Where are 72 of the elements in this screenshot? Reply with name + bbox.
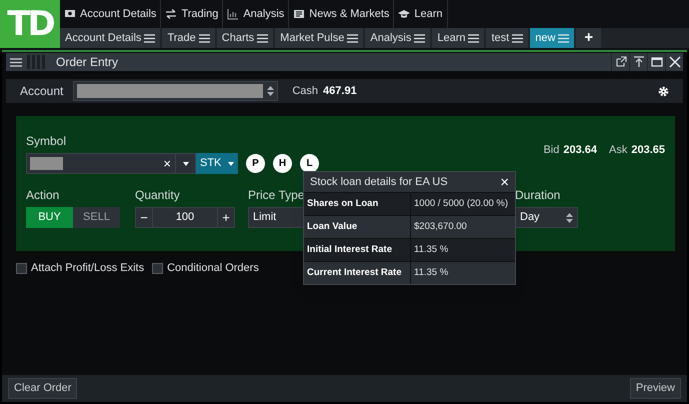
sort-arrows-icon bbox=[267, 86, 274, 96]
cash-value: 467.91 bbox=[323, 84, 358, 99]
footer-button[interactable]: Preview bbox=[630, 378, 681, 399]
table-cell-text: 11.35 % bbox=[413, 242, 450, 257]
popup-title: Stock loan details for EA US bbox=[310, 174, 448, 190]
settings-icon bbox=[658, 86, 669, 96]
external-link-icon bbox=[614, 56, 626, 68]
sort-arrows-icon bbox=[566, 212, 573, 222]
logo: TD bbox=[0, 0, 60, 48]
close-icon bbox=[668, 56, 680, 68]
card-icon bbox=[64, 8, 76, 20]
caret-icon bbox=[182, 162, 188, 166]
tab[interactable]: Market Pulse bbox=[275, 28, 364, 48]
symbol-field[interactable]: × bbox=[26, 153, 176, 174]
caret-icon bbox=[228, 162, 234, 166]
bid-value: 203.64 bbox=[563, 143, 597, 158]
checkbox[interactable] bbox=[16, 262, 27, 274]
field-label: Duration bbox=[515, 187, 560, 204]
field-label: Price Type bbox=[248, 187, 304, 204]
checkbox[interactable] bbox=[152, 262, 164, 274]
security-type-dropdown[interactable]: STK bbox=[196, 153, 238, 174]
tab[interactable]: Account Details bbox=[60, 28, 160, 48]
grip-icon bbox=[26, 55, 48, 69]
menu-icon bbox=[198, 34, 210, 42]
checkbox-label: Attach Profit/Loss Exits bbox=[31, 261, 144, 276]
menu-icon bbox=[512, 34, 524, 42]
checkbox-label: Conditional Orders bbox=[167, 261, 259, 276]
panel-title: Order Entry bbox=[56, 54, 120, 71]
field-label: Symbol bbox=[26, 133, 66, 150]
tab[interactable]: Charts bbox=[216, 28, 274, 48]
graduation-cap-icon bbox=[398, 8, 410, 20]
pin-to-top-icon bbox=[632, 56, 644, 68]
tab[interactable]: Trade bbox=[162, 28, 215, 48]
menu-icon bbox=[144, 34, 156, 42]
maximize-icon bbox=[650, 56, 662, 68]
menu-icon bbox=[257, 34, 268, 42]
clear-button[interactable]: × bbox=[163, 154, 171, 174]
dropdown-button[interactable] bbox=[176, 153, 196, 174]
action-button[interactable]: BUY bbox=[26, 207, 73, 228]
menu-icon bbox=[558, 34, 570, 42]
field-label: Quantity bbox=[135, 187, 180, 204]
duration-select[interactable]: Day bbox=[515, 207, 578, 228]
swap-arrows-icon bbox=[165, 8, 178, 20]
ask-label: Ask bbox=[609, 143, 628, 158]
menu-icon bbox=[347, 34, 358, 42]
footer-button[interactable]: Clear Order bbox=[8, 378, 78, 399]
field-label: Action bbox=[26, 187, 60, 204]
badge-button[interactable]: P bbox=[246, 154, 265, 173]
close-button[interactable]: × bbox=[500, 174, 509, 190]
add-tab-button[interactable]: + bbox=[576, 28, 602, 48]
tab[interactable]: new bbox=[530, 28, 574, 48]
tab[interactable]: Analysis bbox=[365, 28, 430, 48]
badge-button[interactable]: H bbox=[273, 154, 292, 173]
bid-label: Bid bbox=[543, 143, 560, 158]
redaction-block bbox=[30, 157, 63, 170]
table-cell-text: $203,670.00 bbox=[413, 220, 468, 234]
action-button[interactable]: SELL bbox=[73, 207, 120, 228]
account-select[interactable] bbox=[73, 81, 278, 101]
newspaper-icon bbox=[293, 8, 306, 20]
field-label: Account bbox=[20, 83, 64, 100]
menu-icon bbox=[468, 34, 480, 42]
tab[interactable]: Learn bbox=[432, 28, 484, 48]
tab[interactable]: test bbox=[486, 28, 528, 48]
menu-icon bbox=[414, 34, 426, 42]
badge-button[interactable]: L bbox=[300, 154, 319, 173]
cash-label: Cash bbox=[292, 84, 318, 99]
bar-chart-icon bbox=[227, 8, 240, 20]
table-cell-text: 1000 / 5000 (20.00 %) bbox=[413, 196, 510, 211]
table-cell-text: 11.35 % bbox=[413, 266, 450, 280]
table-cell: Current Interest Rate bbox=[304, 262, 411, 284]
ask-value: 203.65 bbox=[631, 143, 665, 158]
menu-icon bbox=[10, 58, 22, 66]
